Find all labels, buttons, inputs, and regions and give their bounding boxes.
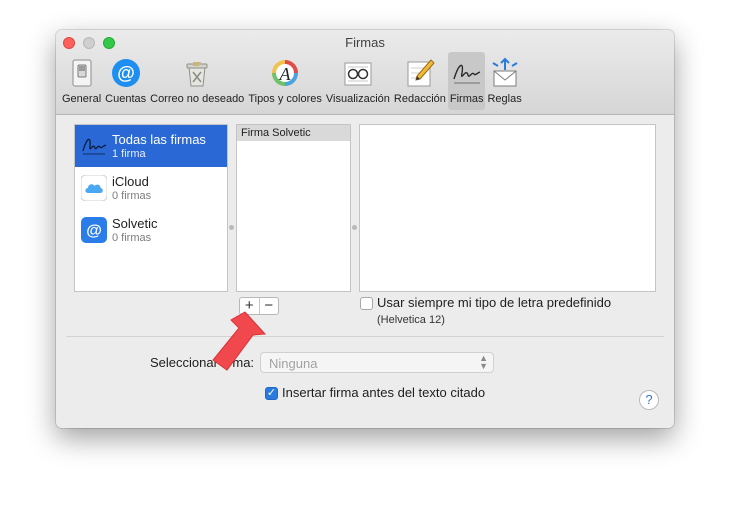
signature-editor[interactable] [359,124,656,292]
pencil-icon [407,59,435,87]
separator [66,336,664,337]
default-font-value: (Helvetica 12) [377,314,445,326]
account-name: Todas las firmas [112,132,206,147]
tab-fonts-colors[interactable]: A Tipos y colores [246,52,324,110]
select-signature-value: Ninguna [269,356,318,371]
tab-signatures[interactable]: Firmas [447,52,486,110]
signatures-split-handle[interactable] [352,225,357,230]
tab-viewing[interactable]: Visualización [324,52,392,110]
mail-preferences-window: Firmas General @ Cuentas Correo no desea… [56,30,674,428]
account-name: Solvetic [112,216,158,231]
tab-signatures-label: Firmas [449,93,484,105]
switch-icon [72,59,92,87]
signature-icon [453,64,480,84]
account-row-icloud[interactable]: iCloud 0 firmas [75,167,227,209]
tab-composing-label: Redacción [393,93,446,105]
accounts-split-handle[interactable] [229,225,234,230]
account-signature-count: 0 firmas [112,232,152,244]
rules-envelope-icon [492,57,518,87]
account-name: iCloud [112,174,149,189]
chevron-up-down-icon: ▲ ▼ [479,353,488,371]
default-font-checkbox[interactable] [360,297,373,310]
account-signature-count: 1 firma [112,148,146,160]
at-sign-icon: @ [111,59,140,87]
preferences-toolbar: General @ Cuentas Correo no deseado A Ti… [60,52,524,110]
signatures-list[interactable]: Firma Solvetic [236,124,351,292]
junk-trash-icon [186,62,208,87]
font-color-icon: A [272,60,299,86]
tab-junk-mail[interactable]: Correo no deseado [148,52,246,110]
window-title: Firmas [345,35,385,50]
default-font-label: Usar siempre mi tipo de letra predefinid… [377,295,612,310]
insert-before-quoted-checkbox[interactable]: ✓ [265,387,278,400]
tab-composing[interactable]: Redacción [392,52,448,110]
tab-fonts-colors-label: Tipos y colores [248,93,322,105]
help-button[interactable]: ? [639,390,659,410]
annotation-arrow-icon [212,311,267,371]
tab-viewing-label: Visualización [325,93,390,105]
tab-accounts[interactable]: @ Cuentas [103,52,148,110]
svg-text:@: @ [86,223,102,240]
account-row-solvetic[interactable]: @ Solvetic 0 firmas [75,209,227,251]
accounts-list[interactable]: Todas las firmas 1 firma iCloud 0 firmas… [74,124,228,292]
tab-rules[interactable]: Reglas [485,52,523,110]
signature-icon [82,138,107,155]
title-bar: Firmas General @ Cuentas Correo no desea… [56,30,674,115]
insert-before-quoted-label: Insertar firma antes del texto citado [282,385,486,400]
icloud-icon [81,175,107,201]
tab-general[interactable]: General [60,52,103,110]
tab-junk-mail-label: Correo no deseado [150,93,245,105]
select-signature-dropdown[interactable]: Ninguna ▲ ▼ [260,352,494,373]
account-signature-count: 0 firmas [112,190,152,202]
glasses-icon [344,62,372,86]
at-sign-icon: @ [81,217,107,243]
account-row-all-signatures[interactable]: Todas las firmas 1 firma [75,125,227,167]
svg-text:A: A [279,64,292,84]
tab-general-label: General [62,93,102,105]
svg-text:@: @ [117,63,135,83]
signature-row[interactable]: Firma Solvetic [237,125,350,141]
tab-rules-label: Reglas [487,93,522,105]
tab-accounts-label: Cuentas [105,93,147,105]
